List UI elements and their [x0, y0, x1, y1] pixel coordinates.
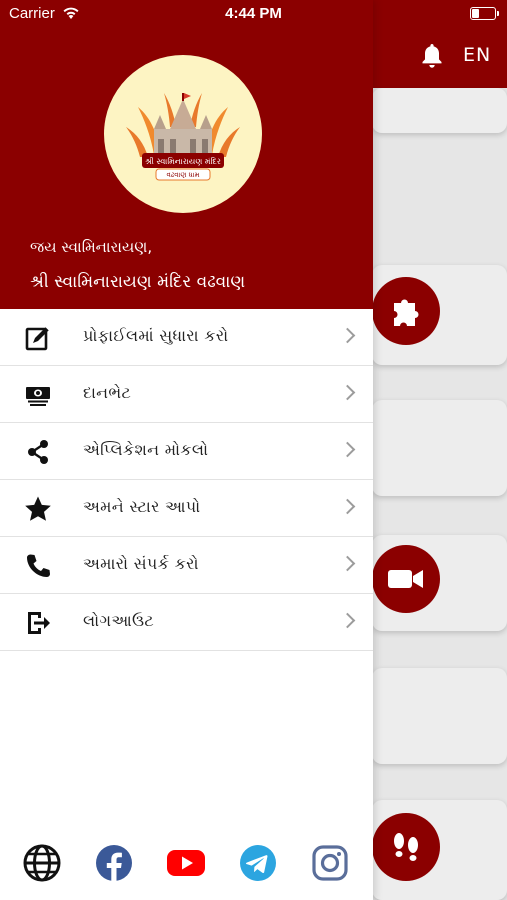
- logout-icon: [28, 612, 50, 634]
- background-card[interactable]: [372, 668, 507, 764]
- greeting-text: જય સ્વામિનારાયણ,: [30, 238, 153, 256]
- navigation-drawer: શ્રી સ્વામિનારાયણ મંદિર વઢવાણ ધામ જય સ્વ…: [0, 0, 373, 900]
- language-toggle[interactable]: EN: [463, 44, 491, 66]
- menu-item-label: દાનભેટ: [83, 383, 132, 402]
- menu-item-label: અમને સ્ટાર આપો: [83, 497, 201, 516]
- footsteps-icon[interactable]: [372, 813, 440, 881]
- menu-item-label: પ્રોફાઈલમાં સુધારા કરો: [83, 326, 229, 345]
- chevron-right-icon: [339, 612, 356, 629]
- footsteps-glyph: [394, 833, 418, 861]
- chevron-right-icon: [339, 327, 356, 344]
- donation-money-icon: [26, 387, 50, 406]
- menu-item-label: એપ્લિકેશન મોકલો: [83, 440, 209, 459]
- social-links: [0, 843, 373, 885]
- website-globe-icon[interactable]: [22, 843, 62, 883]
- clock: 4:44 PM: [225, 5, 282, 22]
- menu-item-label: લોગઆઉટ: [83, 611, 155, 630]
- instagram-icon[interactable]: [310, 843, 350, 883]
- puzzle-glyph: [394, 299, 419, 326]
- background-card[interactable]: [372, 88, 507, 133]
- menu-item-logout[interactable]: લોગઆઉટ: [0, 594, 373, 651]
- background-card[interactable]: [372, 400, 507, 496]
- status-bar: Carrier 4:44 PM: [0, 0, 507, 28]
- chevron-right-icon: [339, 384, 356, 401]
- chevron-right-icon: [339, 441, 356, 458]
- logo-place-text: વઢવાણ ધામ: [166, 171, 199, 179]
- temple-logo-art: શ્રી સ્વામિનારાયણ મંદિર વઢવાણ ધામ: [126, 93, 240, 181]
- menu-item-rate-us[interactable]: અમને સ્ટાર આપો: [0, 480, 373, 537]
- youtube-icon[interactable]: [166, 843, 206, 883]
- battery-icon: [470, 7, 499, 20]
- star-icon: [25, 496, 51, 521]
- drawer-menu: પ્રોફાઈલમાં સુધારા કરો દાનભેટ એપ્લિકેશન …: [0, 309, 373, 651]
- edit-profile-icon: [25, 326, 50, 351]
- telegram-icon[interactable]: [238, 843, 278, 883]
- logo-banner-text: શ્રી સ્વામિનારાયણ મંદિર: [145, 156, 221, 166]
- menu-item-donation[interactable]: દાનભેટ: [0, 366, 373, 423]
- chevron-right-icon: [339, 555, 356, 572]
- menu-item-edit-profile[interactable]: પ્રોફાઈલમાં સુધારા કરો: [0, 309, 373, 366]
- chevron-right-icon: [339, 498, 356, 515]
- menu-item-contact-us[interactable]: અમારો સંપર્ક કરો: [0, 537, 373, 594]
- drawer-header: શ્રી સ્વામિનારાયણ મંદિર વઢવાણ ધામ જય સ્વ…: [0, 0, 373, 309]
- video-glyph: [388, 570, 423, 588]
- bell-icon[interactable]: [420, 43, 444, 69]
- temple-logo: શ્રી સ્વામિનારાયણ મંદિર વઢવાણ ધામ: [104, 55, 262, 213]
- phone-icon: [27, 554, 50, 577]
- facebook-icon[interactable]: [94, 843, 134, 883]
- menu-item-label: અમારો સંપર્ક કરો: [83, 554, 199, 573]
- video-icon[interactable]: [372, 545, 440, 613]
- mandir-name: શ્રી સ્વામિનારાયણ મંદિર વઢવાણ: [30, 272, 246, 292]
- puzzle-icon[interactable]: [372, 277, 440, 345]
- share-icon: [28, 440, 48, 464]
- menu-item-share-app[interactable]: એપ્લિકેશન મોકલો: [0, 423, 373, 480]
